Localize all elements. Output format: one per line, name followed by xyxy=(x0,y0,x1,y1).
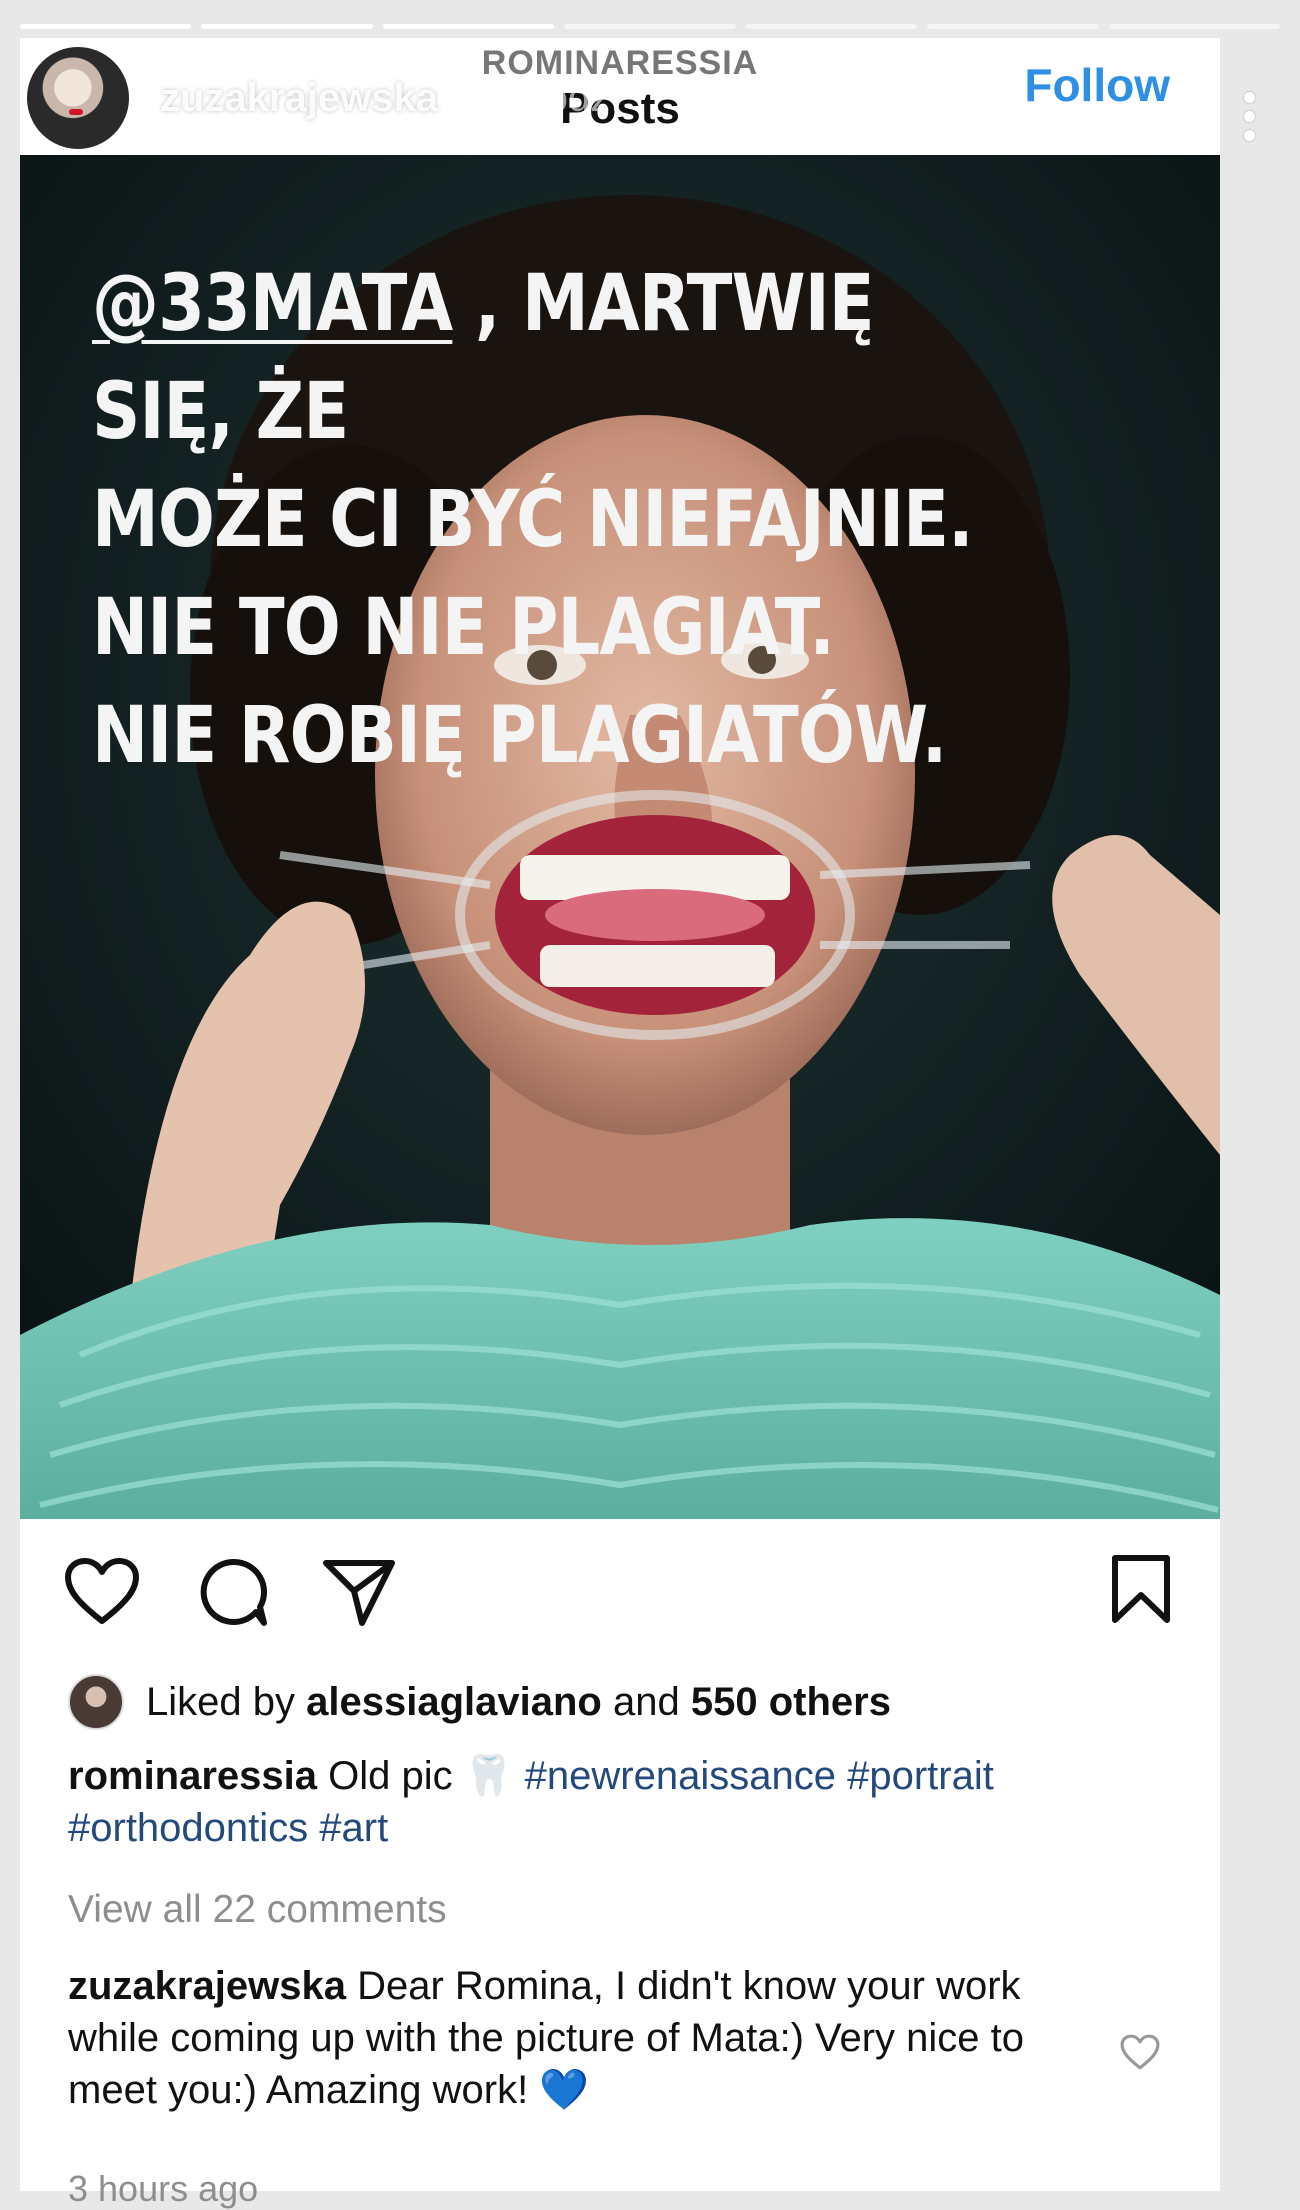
shared-post-card: ROMINARESSIA Posts Follow @33MATA , MART… xyxy=(20,38,1220,2209)
post-action-bar xyxy=(20,1519,1220,1659)
story-progress xyxy=(20,24,1280,29)
progress-segment xyxy=(745,24,918,29)
progress-segment xyxy=(201,24,373,29)
likes-summary: Liked by alessiaglaviano and 550 others xyxy=(68,1674,891,1730)
comment-icon[interactable] xyxy=(198,1557,268,1632)
more-options-icon[interactable] xyxy=(1244,92,1256,149)
story-author[interactable]: zuzakrajewska 18 godz. xyxy=(24,44,622,152)
share-send-icon[interactable] xyxy=(322,1557,396,1632)
follow-button[interactable]: Follow xyxy=(1024,58,1170,112)
caption-username[interactable]: rominaressia xyxy=(68,1754,317,1798)
image-overlay-text: @33MATA , MARTWIĘ SIĘ, ŻE MOŻE CI BYĆ NI… xyxy=(92,250,995,790)
progress-segment xyxy=(20,24,192,29)
caption-text: Old pic 🦷 xyxy=(317,1754,525,1798)
story-username[interactable]: zuzakrajewska xyxy=(160,76,438,121)
overlay-line-2: MOŻE CI BYĆ NIEFAJNIE. xyxy=(92,475,974,565)
overlay-line-4: NIE ROBIĘ PLAGIATÓW. xyxy=(92,691,947,781)
progress-segment xyxy=(564,24,736,29)
story-time: 18 godz. xyxy=(467,75,622,120)
kebab-dot xyxy=(1244,111,1255,122)
mention-link[interactable]: @33MATA xyxy=(92,259,453,349)
liker-username[interactable]: alessiaglaviano xyxy=(306,1680,602,1725)
kebab-dot xyxy=(1244,130,1255,141)
comment-username[interactable]: zuzakrajewska xyxy=(68,1964,346,2008)
kebab-dot xyxy=(1244,92,1255,103)
overlay-line-1: @33MATA , MARTWIĘ SIĘ, ŻE xyxy=(92,250,995,466)
progress-segment xyxy=(382,24,555,29)
likes-prefix: Liked by xyxy=(146,1679,295,1724)
bookmark-icon[interactable] xyxy=(1110,1553,1172,1630)
likes-middle: and xyxy=(612,1679,680,1724)
likes-count[interactable]: 550 others xyxy=(691,1680,891,1725)
post-caption: rominaressia Old pic 🦷 #newrenaissance #… xyxy=(68,1750,1178,1854)
liker-avatar[interactable] xyxy=(68,1674,124,1730)
story-avatar[interactable] xyxy=(24,44,132,152)
progress-segment xyxy=(1108,24,1280,29)
progress-segment xyxy=(927,24,1099,29)
like-heart-icon[interactable] xyxy=(64,1557,140,1630)
comment-like-heart-icon[interactable] xyxy=(1120,2034,1160,2075)
post-image[interactable]: @33MATA , MARTWIĘ SIĘ, ŻE MOŻE CI BYĆ NI… xyxy=(20,155,1220,1519)
overlay-line-3: NIE TO NIE PLAGIAT. xyxy=(92,583,835,673)
post-timestamp: 3 hours ago xyxy=(68,2168,259,2209)
view-all-comments-link[interactable]: View all 22 comments xyxy=(68,1888,447,1932)
comment-item: zuzakrajewska Dear Romina, I didn't know… xyxy=(68,1960,1118,2116)
